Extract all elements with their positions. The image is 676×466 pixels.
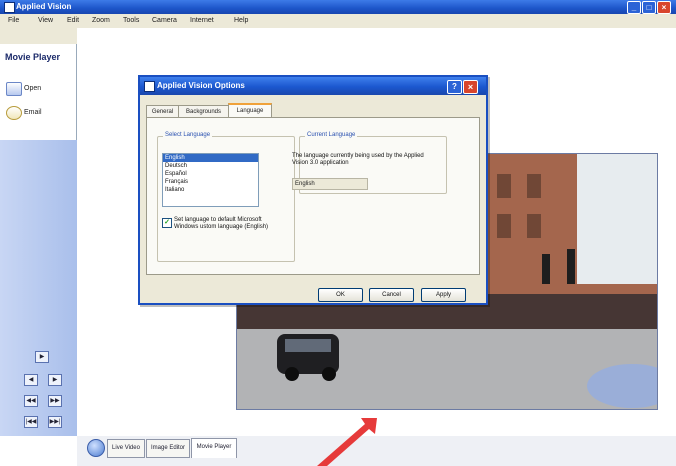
menu-internet[interactable]: Internet: [190, 17, 214, 24]
maximize-button[interactable]: □: [642, 1, 656, 14]
options-dialog: Applied Vision Options ? × General Backg…: [138, 75, 488, 305]
step-forward-button[interactable]: ▶: [48, 374, 62, 386]
menu-camera[interactable]: Camera: [152, 17, 177, 24]
apply-button[interactable]: Apply: [421, 288, 466, 302]
minimize-button[interactable]: _: [627, 1, 641, 14]
tab-movie-player[interactable]: Movie Player: [191, 438, 237, 458]
dialog-title-bar: Applied Vision Options ? ×: [140, 77, 486, 95]
close-button[interactable]: ×: [657, 1, 671, 14]
language-option[interactable]: Deutsch: [163, 162, 258, 170]
play-button[interactable]: ▶: [35, 351, 49, 363]
panel-header: Movie Player: [5, 52, 61, 62]
app-title-bar: Applied Vision _ □ ×: [0, 0, 676, 14]
language-option[interactable]: Español: [163, 170, 258, 178]
step-back-button[interactable]: ◀: [24, 374, 38, 386]
select-language-title: Select Language: [163, 132, 213, 138]
dialog-app-icon: [144, 81, 155, 92]
current-language-description: The language currently being used by the…: [292, 153, 424, 166]
rewind-button[interactable]: ◀◀: [24, 395, 38, 407]
language-listbox[interactable]: English Deutsch Español Français Italian…: [162, 153, 259, 207]
movie-player-panel: Movie Player Open Email: [0, 44, 77, 140]
film-icon: [6, 82, 22, 96]
dialog-close-button[interactable]: ×: [463, 80, 478, 94]
menu-help[interactable]: Help: [234, 17, 248, 24]
language-option[interactable]: English: [163, 154, 258, 162]
go-to-start-button[interactable]: |◀◀: [24, 416, 38, 428]
email-action[interactable]: Email: [6, 106, 66, 122]
language-option[interactable]: Français: [163, 178, 258, 186]
red-arrow-pointer: [317, 418, 377, 466]
menu-file[interactable]: File: [8, 17, 19, 24]
current-language-title: Current Language: [305, 132, 358, 138]
language-option[interactable]: Italiano: [163, 186, 258, 194]
current-language-value: English: [292, 178, 368, 190]
default-language-checkbox[interactable]: ✓: [162, 218, 172, 228]
dialog-title: Applied Vision Options: [157, 81, 245, 90]
menu-view[interactable]: View: [38, 17, 53, 24]
cancel-button[interactable]: Cancel: [369, 288, 414, 302]
tab-image-editor[interactable]: Image Editor: [146, 439, 190, 458]
menu-bar: File View Edit Zoom Tools Camera Interne…: [0, 14, 676, 29]
tab-live-video[interactable]: Live Video: [107, 439, 145, 458]
default-language-label: Set language to default Microsoft Window…: [174, 217, 269, 230]
menu-edit[interactable]: Edit: [67, 17, 79, 24]
email-label: Email: [24, 109, 42, 116]
email-icon: [6, 106, 22, 120]
fast-forward-button[interactable]: ▶▶: [48, 395, 62, 407]
left-panel-top-strip: [0, 28, 77, 44]
app-title: Applied Vision: [16, 2, 72, 11]
app-icon: [4, 2, 15, 13]
menu-tools[interactable]: Tools: [123, 17, 139, 24]
open-action[interactable]: Open: [6, 82, 66, 98]
globe-icon: [87, 439, 105, 457]
help-button[interactable]: ?: [447, 80, 462, 94]
menu-zoom[interactable]: Zoom: [92, 17, 110, 24]
go-to-end-button[interactable]: ▶▶|: [48, 416, 62, 428]
ok-button[interactable]: OK: [318, 288, 363, 302]
open-label: Open: [24, 85, 42, 92]
